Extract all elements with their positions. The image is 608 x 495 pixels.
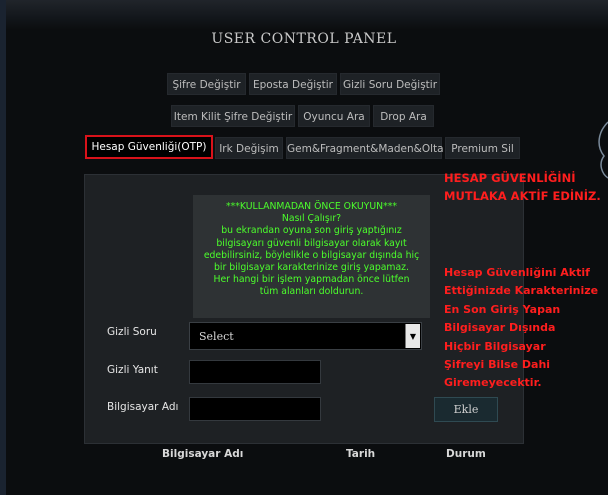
secret-answer-input[interactable] [189, 360, 321, 384]
notice-line: ***KULLANMADAN ÖNCE OKUYUN*** [225, 201, 398, 212]
notice-line: bu ekrandan oyuna son giriş yaptığınız [221, 225, 402, 237]
tab-remove-premium[interactable]: Premium Sil [445, 137, 520, 159]
column-header-computer-name: Bilgisayar Adı [162, 448, 244, 460]
secret-answer-label: Gizli Yanıt [107, 364, 158, 376]
tab-search-drop[interactable]: Drop Ara [373, 105, 434, 127]
computer-name-input[interactable] [189, 397, 321, 421]
column-header-date: Tarih [346, 448, 376, 460]
add-button[interactable]: Ekle [434, 397, 498, 422]
left-edge [0, 0, 6, 495]
header-background [0, 0, 608, 30]
notice-line: Nasıl Çalışır? [281, 213, 342, 225]
secret-question-value: Select [199, 330, 234, 343]
notice-line: Her hangi bir işlem yapmadan önce lütfen [213, 274, 410, 286]
warning-line: Şifreyi Bilse Dahi [444, 358, 551, 372]
warning-line: MUTLAKA AKTİF EDİNİZ. [444, 189, 601, 203]
tab-change-email[interactable]: Eposta Değiştir [249, 73, 337, 95]
secret-question-label: Gizli Soru [107, 326, 157, 338]
warning-line: Hesap Güvenliğini Aktif [444, 266, 590, 279]
tab-gem-fragment-ore-rod[interactable]: Gem&Fragment&Maden&Olta [286, 137, 444, 159]
notice-line: edebilirsiniz, böylelikle o bilgisayar d… [203, 249, 420, 261]
tab-change-password[interactable]: Şifre Değiştir [167, 73, 246, 95]
chevron-down-icon[interactable]: ▼ [405, 324, 420, 348]
page-title: USER CONTROL PANEL [211, 31, 397, 47]
secret-question-select[interactable]: Select ▼ [189, 322, 422, 350]
security-warning-top: HESAP GÜVENLİĞİNİ MUTLAKA AKTİF EDİNİZ. [444, 169, 608, 205]
tab-change-secret-question[interactable]: Gizli Soru Değiştir [340, 73, 440, 95]
tab-account-security-otp[interactable]: Hesap Güvenliği(OTP) [85, 135, 213, 159]
warning-line: Hiçbir Bilgisayar [444, 339, 546, 353]
warning-line: En Son Giriş Yapan [444, 302, 561, 316]
usage-notice: ***KULLANMADAN ÖNCE OKUYUN*** Nasıl Çalı… [193, 195, 430, 318]
security-warning-bottom: Hesap Güvenliğini Aktif Ettiğinizde Kara… [444, 264, 608, 393]
notice-line: bilgisayarı güvenli bilgisayar olarak ka… [216, 237, 407, 249]
warning-line: HESAP GÜVENLİĞİNİ [444, 171, 576, 185]
warning-line: Bilgisayar Dışında [444, 321, 556, 335]
warning-line: Ettiğinizde Karakterinize [444, 284, 599, 298]
tab-search-player[interactable]: Oyuncu Ara [298, 105, 370, 127]
tab-change-item-lock-password[interactable]: Item Kilit Şifre Değiştir [171, 105, 295, 127]
column-header-status: Durum [446, 448, 486, 460]
notice-line: tüm alanları doldurun. [259, 286, 364, 298]
warning-line: Giremeyecektir. [444, 376, 542, 390]
tab-race-change[interactable]: Irk Değişim [215, 137, 283, 159]
notice-line: bir bilgisayar karakterinize giriş yapam… [213, 262, 410, 274]
computer-name-label: Bilgisayar Adı [107, 401, 179, 413]
